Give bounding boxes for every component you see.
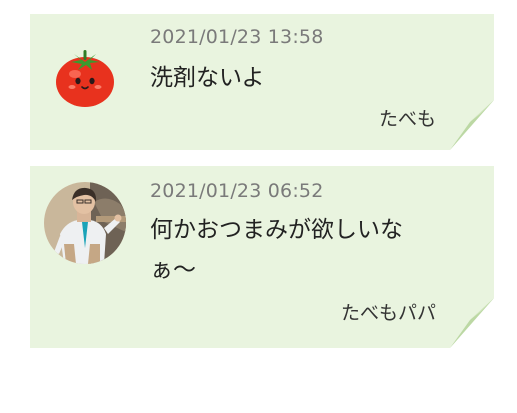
- page-curl-icon: [450, 298, 494, 348]
- avatar: [44, 182, 126, 264]
- memo-card[interactable]: 2021/01/23 06:52 何かおつまみが欲しいな ぁ〜 たべもパパ: [30, 166, 494, 348]
- memo-message-line: 何かおつまみが欲しいな: [150, 217, 403, 243]
- memo-message-line: ぁ〜: [150, 257, 196, 283]
- tomato-character-icon: [44, 32, 126, 114]
- anime-man-portrait-icon: [44, 182, 126, 264]
- memo-timestamp: 2021/01/23 06:52: [150, 180, 324, 202]
- avatar: [44, 32, 126, 114]
- memo-author: たべも: [378, 108, 436, 130]
- memo-list: 2021/01/23 13:58 洗剤ないよ たべも 2021/01/23 06…: [0, 0, 517, 413]
- memo-message-line: 洗剤ないよ: [150, 65, 265, 91]
- page-curl-icon: [450, 100, 494, 150]
- memo-message: 何かおつまみが欲しいな ぁ〜: [150, 210, 480, 290]
- memo-timestamp: 2021/01/23 13:58: [150, 26, 324, 48]
- memo-card[interactable]: 2021/01/23 13:58 洗剤ないよ たべも: [30, 14, 494, 150]
- memo-author: たべもパパ: [340, 302, 436, 324]
- memo-message: 洗剤ないよ: [150, 58, 480, 98]
